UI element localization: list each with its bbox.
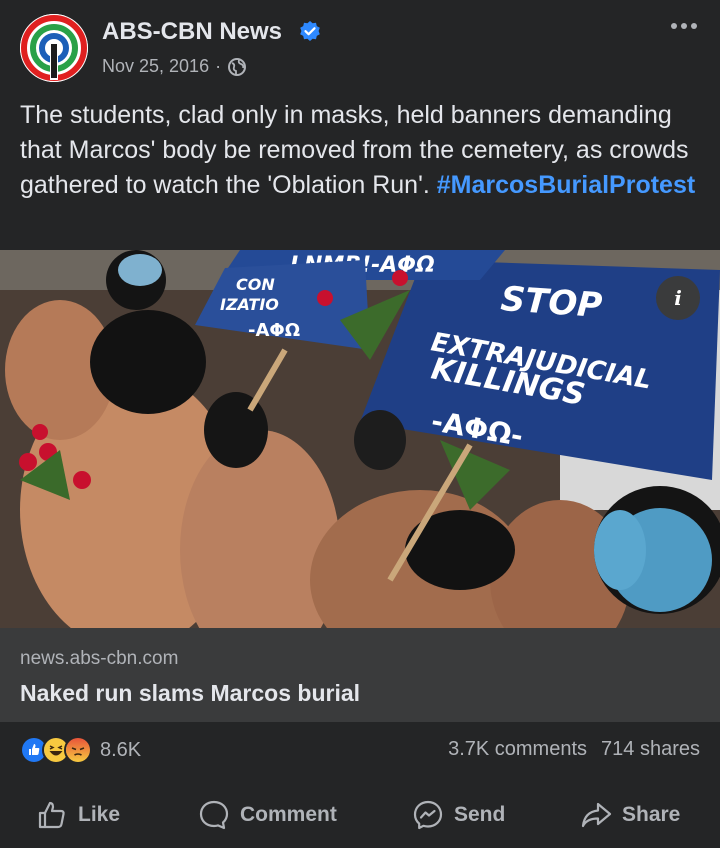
protest-photo-illustration: STOP EXTRAJUDICIAL KILLINGS -ΑΦΩ- LNMB!-…	[0, 250, 720, 628]
sign-text-stop: STOP	[499, 279, 603, 326]
more-icon-dot	[681, 23, 687, 29]
sign-text-apo-left: -ΑΦΩ	[248, 320, 300, 341]
post-meta: Nov 25, 2016 ·	[102, 56, 247, 77]
shares-count[interactable]: 714 shares	[601, 738, 700, 761]
sign-text-con: CON	[236, 275, 275, 294]
link-domain: news.abs-cbn.com	[20, 648, 179, 669]
thumbs-up-icon	[38, 801, 65, 829]
comments-count[interactable]: 3.7K comments	[448, 738, 587, 761]
page-name[interactable]: ABS-CBN News	[102, 18, 282, 46]
link-title[interactable]: Naked run slams Marcos burial	[20, 680, 360, 707]
comment-label: Comment	[240, 803, 337, 826]
like-label: Like	[78, 803, 121, 826]
more-icon	[671, 23, 677, 29]
like-button[interactable]: Like	[36, 790, 120, 840]
share-arrow-icon	[581, 802, 612, 828]
send-label: Send	[454, 803, 506, 826]
info-icon[interactable]: i	[656, 276, 700, 320]
page-avatar[interactable]	[20, 14, 88, 82]
more-options-button[interactable]	[664, 14, 704, 38]
hashtag-link[interactable]: #MarcosBurialProtest	[437, 171, 695, 199]
verified-badge-icon	[300, 21, 320, 41]
send-button[interactable]: Send	[412, 790, 505, 840]
link-preview[interactable]: news.abs-cbn.com Naked run slams Marcos …	[0, 628, 720, 722]
abs-cbn-logo-icon	[20, 14, 88, 82]
sign-text-izatio: IZATIO	[220, 295, 279, 314]
post-caption: The students, clad only in masks, held b…	[20, 98, 700, 203]
more-icon-dot	[691, 23, 697, 29]
globe-icon	[228, 57, 247, 76]
action-bar: Like Comment Send Share	[0, 790, 720, 840]
reaction-count: 8.6K	[100, 738, 142, 761]
engagement-stats: 3.7K comments 714 shares	[448, 738, 700, 761]
comment-bubble-icon	[199, 800, 229, 830]
post-header: ABS-CBN News Nov 25, 2016 ·	[0, 0, 720, 92]
share-label: Share	[622, 803, 681, 826]
messenger-icon	[413, 800, 443, 830]
comment-button[interactable]: Comment	[198, 790, 337, 840]
angry-reaction-icon	[64, 736, 92, 764]
post-date[interactable]: Nov 25, 2016	[102, 56, 209, 77]
reactions-summary[interactable]: 8.6K	[20, 734, 141, 766]
post-photo[interactable]: STOP EXTRAJUDICIAL KILLINGS -ΑΦΩ- LNMB!-…	[0, 250, 720, 628]
meta-separator: ·	[215, 56, 222, 76]
share-button[interactable]: Share	[580, 790, 680, 840]
